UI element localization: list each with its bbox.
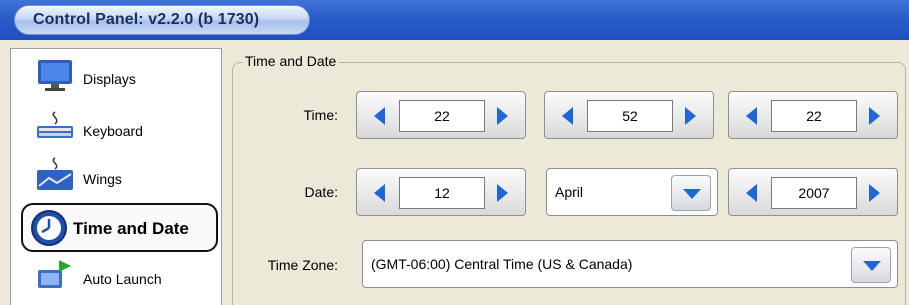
chevron-down-icon: [863, 261, 881, 271]
arrow-right-icon[interactable]: [863, 105, 885, 127]
hour-field[interactable]: 22: [399, 100, 485, 132]
time-label: Time:: [303, 107, 338, 123]
clock-icon: [31, 209, 67, 246]
second-spinner: 22: [728, 91, 898, 139]
keyboard-icon: [37, 111, 73, 138]
sidebar-item-time-and-date[interactable]: Time and Date: [21, 203, 218, 252]
sidebar-item-displays[interactable]: Displays: [11, 53, 223, 99]
date-label: Date:: [304, 184, 338, 200]
sidebar-item-keyboard[interactable]: Keyboard: [11, 105, 223, 151]
hour-spinner: 22: [356, 91, 526, 139]
sidebar-item-wings[interactable]: Wings: [11, 153, 223, 199]
monitor-icon: [38, 60, 72, 91]
sidebar: Displays Keyboard Wings Time and Date Au…: [10, 48, 222, 305]
arrow-right-icon[interactable]: [491, 105, 513, 127]
arrow-right-icon[interactable]: [863, 182, 885, 204]
month-dropdown[interactable]: April: [546, 168, 718, 216]
group-title: Time and Date: [242, 53, 340, 69]
title-pill: Control Panel: v2.2.0 (b 1730): [14, 5, 310, 35]
sidebar-item-auto-launch[interactable]: Auto Launch: [11, 253, 223, 299]
sidebar-item-label: Auto Launch: [83, 271, 162, 287]
day-field[interactable]: 12: [399, 177, 485, 209]
arrow-left-icon[interactable]: [741, 182, 763, 204]
time-zone-dropdown-button[interactable]: [851, 247, 891, 283]
wings-icon: [37, 157, 73, 190]
minute-field[interactable]: 52: [587, 100, 673, 132]
month-dropdown-button[interactable]: [671, 175, 711, 211]
arrow-left-icon[interactable]: [369, 105, 391, 127]
auto-launch-icon: [38, 260, 71, 288]
day-spinner: 12: [356, 168, 526, 216]
arrow-right-icon[interactable]: [679, 105, 701, 127]
second-field[interactable]: 22: [771, 100, 857, 132]
arrow-right-icon[interactable]: [491, 182, 513, 204]
sidebar-item-label: Wings: [83, 171, 122, 187]
time-zone-dropdown[interactable]: (GMT-06:00) Central Time (US & Canada): [362, 240, 898, 288]
arrow-left-icon[interactable]: [557, 105, 579, 127]
year-spinner: 2007: [728, 168, 898, 216]
arrow-left-icon[interactable]: [369, 182, 391, 204]
sidebar-item-label: Displays: [83, 71, 136, 87]
time-zone-label: Time Zone:: [267, 257, 338, 273]
arrow-left-icon[interactable]: [741, 105, 763, 127]
month-value: April: [555, 184, 584, 200]
sidebar-item-label: Keyboard: [83, 123, 143, 139]
control-panel-window: Control Panel: v2.2.0 (b 1730) Displays …: [0, 0, 909, 305]
chevron-down-icon: [683, 189, 701, 199]
window-title: Control Panel: v2.2.0 (b 1730): [33, 11, 260, 28]
title-bar: Control Panel: v2.2.0 (b 1730): [0, 0, 909, 40]
sidebar-item-label: Time and Date: [73, 219, 189, 238]
time-zone-value: (GMT-06:00) Central Time (US & Canada): [371, 256, 633, 272]
minute-spinner: 52: [544, 91, 714, 139]
year-field[interactable]: 2007: [771, 177, 857, 209]
